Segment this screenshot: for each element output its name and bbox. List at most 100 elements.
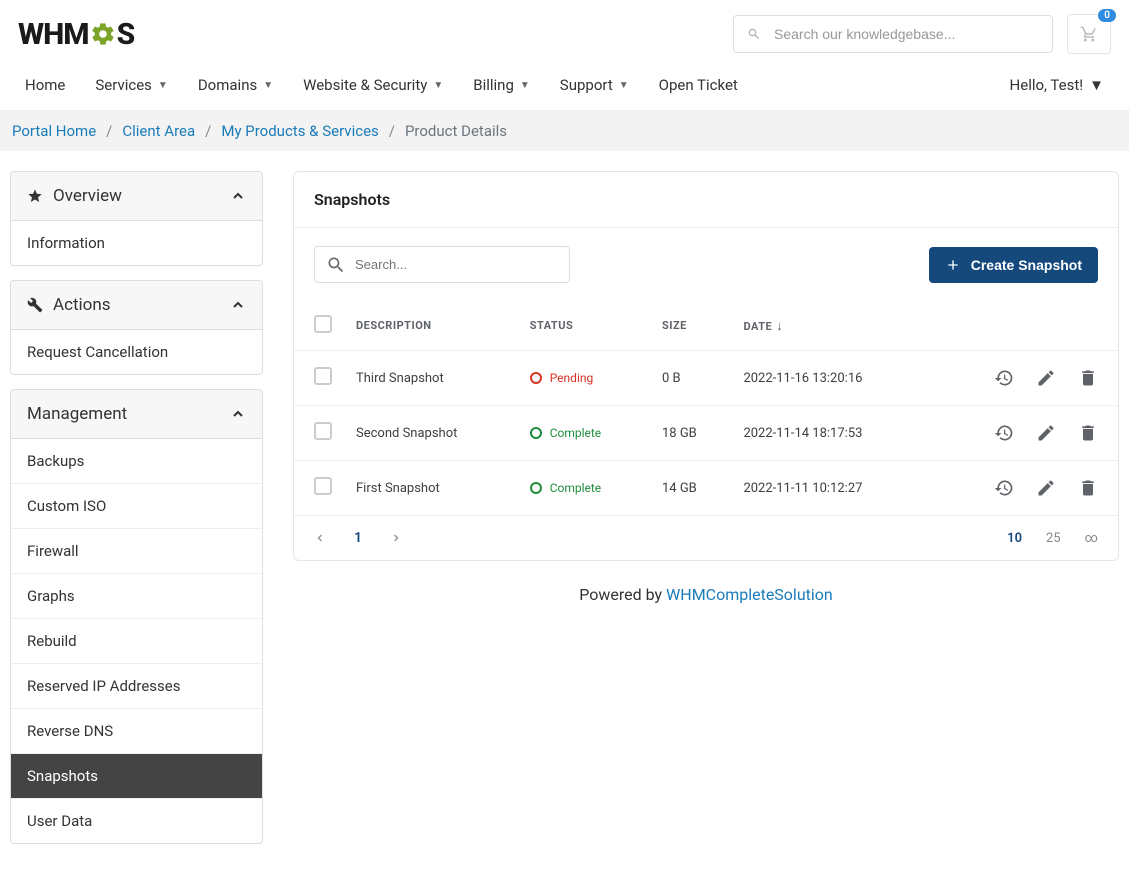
nav-item-home[interactable]: Home bbox=[25, 60, 65, 110]
logo-suffix: S bbox=[117, 17, 135, 52]
page-size-25[interactable]: 25 bbox=[1046, 531, 1061, 546]
delete-icon[interactable] bbox=[1078, 423, 1098, 443]
edit-icon[interactable] bbox=[1036, 478, 1056, 498]
star-icon bbox=[27, 188, 43, 204]
sidebar-item-user-data[interactable]: User Data bbox=[11, 799, 262, 843]
cell-size: 14 GB bbox=[650, 461, 731, 516]
sidebar-actions-title: Actions bbox=[53, 295, 111, 315]
cell-size: 0 B bbox=[650, 351, 731, 406]
sidebar-overview-title: Overview bbox=[53, 186, 122, 206]
breadcrumb-link[interactable]: My Products & Services bbox=[221, 122, 378, 140]
sidebar-item-firewall[interactable]: Firewall bbox=[11, 529, 262, 574]
status-badge: Complete bbox=[530, 481, 638, 495]
cell-description: Second Snapshot bbox=[344, 406, 518, 461]
cell-description: Third Snapshot bbox=[344, 351, 518, 406]
status-dot-icon bbox=[530, 372, 542, 384]
sidebar-item-request-cancellation[interactable]: Request Cancellation bbox=[11, 330, 262, 374]
sidebar-overview-header[interactable]: Overview bbox=[11, 172, 262, 221]
cell-date: 2022-11-14 18:17:53 bbox=[731, 406, 929, 461]
search-icon bbox=[326, 255, 346, 275]
column-status[interactable]: STATUS bbox=[518, 301, 650, 351]
caret-down-icon: ▼ bbox=[433, 80, 443, 91]
row-checkbox[interactable] bbox=[314, 367, 332, 385]
sidebar-item-snapshots[interactable]: Snapshots bbox=[11, 754, 262, 799]
user-greeting: Hello, Test! bbox=[1010, 76, 1084, 94]
cell-date: 2022-11-11 10:12:27 bbox=[731, 461, 929, 516]
delete-icon[interactable] bbox=[1078, 478, 1098, 498]
sidebar-item-reverse-dns[interactable]: Reverse DNS bbox=[11, 709, 262, 754]
next-page-button[interactable] bbox=[390, 532, 402, 544]
select-all-checkbox[interactable] bbox=[314, 315, 332, 333]
chevron-up-icon bbox=[230, 406, 246, 422]
delete-icon[interactable] bbox=[1078, 368, 1098, 388]
column-date[interactable]: DATE↓ bbox=[731, 301, 929, 351]
sidebar-item-custom-iso[interactable]: Custom ISO bbox=[11, 484, 262, 529]
user-menu[interactable]: Hello, Test! ▼ bbox=[1010, 76, 1104, 94]
footer-link[interactable]: WHMCompleteSolution bbox=[666, 585, 833, 604]
caret-down-icon: ▼ bbox=[1089, 76, 1104, 94]
sidebar-actions-header[interactable]: Actions bbox=[11, 281, 262, 330]
table-row: Third Snapshot Pending 0 B2022-11-16 13:20… bbox=[294, 351, 1118, 406]
prev-page-button[interactable] bbox=[314, 532, 326, 544]
caret-down-icon: ▼ bbox=[520, 80, 530, 91]
nav-item-open-ticket[interactable]: Open Ticket bbox=[659, 60, 738, 110]
cell-description: First Snapshot bbox=[344, 461, 518, 516]
create-snapshot-button[interactable]: Create Snapshot bbox=[929, 247, 1098, 283]
sidebar-item-rebuild[interactable]: Rebuild bbox=[11, 619, 262, 664]
nav-item-support[interactable]: Support▼ bbox=[560, 60, 629, 110]
sidebar-item-reserved-ip-addresses[interactable]: Reserved IP Addresses bbox=[11, 664, 262, 709]
status-dot-icon bbox=[530, 427, 542, 439]
search-icon bbox=[747, 27, 761, 41]
nav-item-billing[interactable]: Billing▼ bbox=[473, 60, 530, 110]
breadcrumb-link[interactable]: Portal Home bbox=[12, 122, 96, 140]
column-description[interactable]: DESCRIPTION bbox=[344, 301, 518, 351]
cell-size: 18 GB bbox=[650, 406, 731, 461]
caret-down-icon: ▼ bbox=[619, 80, 629, 91]
breadcrumb: Portal Home / Client Area / My Products … bbox=[0, 111, 1129, 151]
table-row: First Snapshot Complete 14 GB2022-11-11 10… bbox=[294, 461, 1118, 516]
chevron-up-icon bbox=[230, 297, 246, 313]
sidebar-item-information[interactable]: Information bbox=[11, 221, 262, 265]
logo[interactable]: WHM S bbox=[18, 17, 134, 52]
footer: Powered by WHMCompleteSolution bbox=[293, 561, 1119, 634]
table-search bbox=[314, 246, 570, 283]
row-checkbox[interactable] bbox=[314, 477, 332, 495]
nav-item-website-security[interactable]: Website & Security▼ bbox=[303, 60, 443, 110]
table-search-input[interactable] bbox=[314, 246, 570, 283]
cart-badge: 0 bbox=[1098, 9, 1116, 22]
status-badge: Complete bbox=[530, 426, 638, 440]
sidebar-management-title: Management bbox=[27, 404, 127, 424]
knowledgebase-search-input[interactable] bbox=[733, 15, 1053, 53]
column-size[interactable]: SIZE bbox=[650, 301, 731, 351]
edit-icon[interactable] bbox=[1036, 368, 1056, 388]
nav-item-domains[interactable]: Domains▼ bbox=[198, 60, 273, 110]
page-size-10[interactable]: 10 bbox=[1007, 531, 1022, 546]
logo-prefix: WHM bbox=[18, 17, 89, 52]
row-checkbox[interactable] bbox=[314, 422, 332, 440]
breadcrumb-link[interactable]: Client Area bbox=[122, 122, 195, 140]
restore-icon[interactable] bbox=[994, 478, 1014, 498]
plus-icon bbox=[945, 257, 961, 273]
footer-prefix: Powered by bbox=[579, 585, 666, 604]
chevron-up-icon bbox=[230, 188, 246, 204]
cart-button[interactable]: 0 bbox=[1067, 14, 1111, 54]
cell-date: 2022-11-16 13:20:16 bbox=[731, 351, 929, 406]
page-title: Snapshots bbox=[294, 172, 1118, 228]
restore-icon[interactable] bbox=[994, 423, 1014, 443]
restore-icon[interactable] bbox=[994, 368, 1014, 388]
page-size-infinity[interactable]: ∞ bbox=[1085, 531, 1098, 546]
edit-icon[interactable] bbox=[1036, 423, 1056, 443]
sidebar-item-graphs[interactable]: Graphs bbox=[11, 574, 262, 619]
create-snapshot-label: Create Snapshot bbox=[971, 257, 1082, 273]
breadcrumb-current: Product Details bbox=[405, 122, 507, 140]
gear-icon bbox=[90, 21, 116, 47]
status-dot-icon bbox=[530, 482, 542, 494]
page-number[interactable]: 1 bbox=[354, 530, 362, 546]
wrench-icon bbox=[27, 297, 43, 313]
knowledgebase-search bbox=[733, 15, 1053, 53]
nav-item-services[interactable]: Services▼ bbox=[95, 60, 167, 110]
sidebar-item-backups[interactable]: Backups bbox=[11, 439, 262, 484]
sidebar-management-header[interactable]: Management bbox=[11, 390, 262, 439]
caret-down-icon: ▼ bbox=[158, 80, 168, 91]
status-badge: Pending bbox=[530, 371, 638, 385]
